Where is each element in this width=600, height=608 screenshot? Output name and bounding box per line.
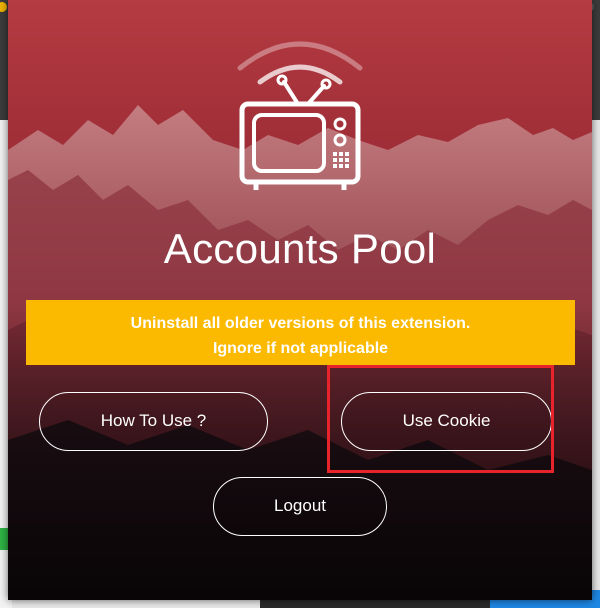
logout-button[interactable]: Logout [213, 477, 387, 536]
how-to-use-button[interactable]: How To Use ? [39, 392, 268, 451]
page-green-marker [0, 528, 8, 550]
highlight-box [327, 365, 554, 473]
notice-line-2: Ignore if not applicable [212, 340, 389, 357]
uninstall-notice-banner: Uninstall all older versions of this ext… [26, 300, 575, 365]
notice-line-1: Uninstall all older versions of this ext… [130, 315, 471, 332]
popup-title: Accounts Pool [163, 225, 437, 272]
extension-popup: Accounts Pool Uninstall all older versio… [8, 0, 592, 600]
tv-antenna-signal-icon [237, 41, 363, 190]
